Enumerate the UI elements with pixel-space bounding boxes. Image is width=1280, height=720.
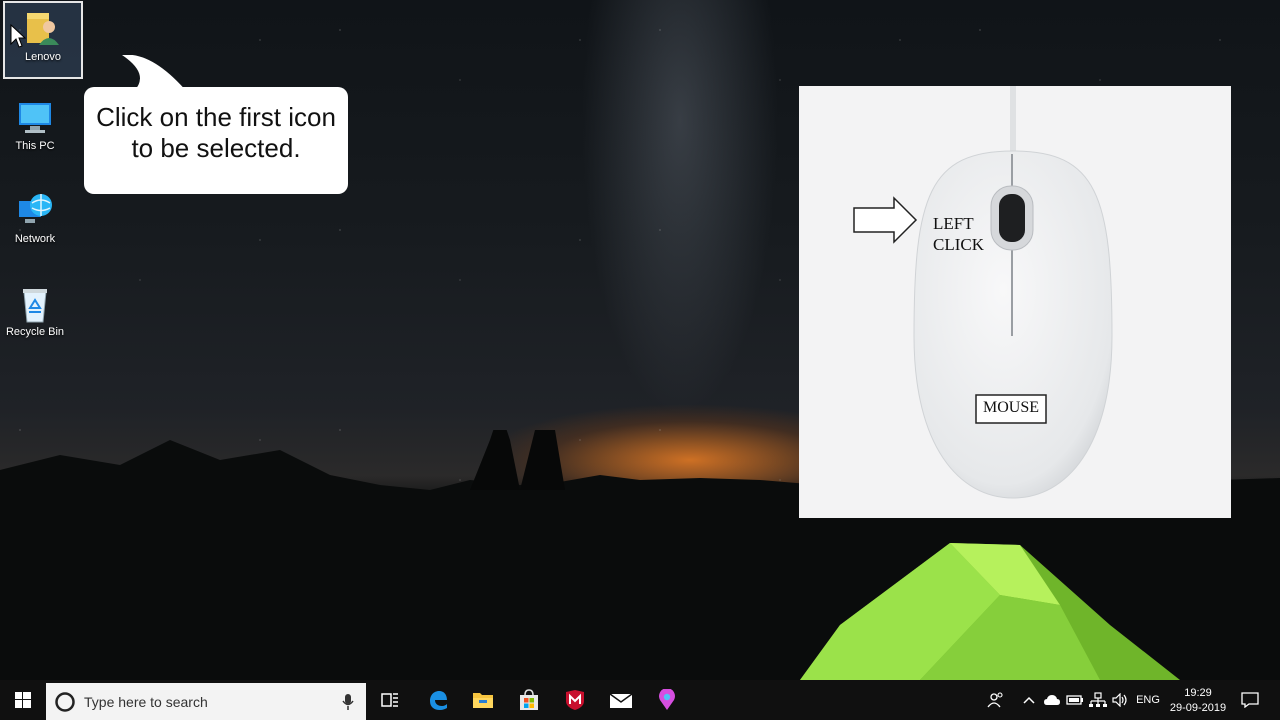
mail-icon: [609, 693, 633, 708]
maps-pin-icon: [659, 689, 675, 710]
maps-button[interactable]: [649, 680, 685, 720]
desktop-icon-label: Recycle Bin: [5, 326, 65, 338]
onedrive-button[interactable]: [1041, 680, 1063, 720]
cloud-sync-icon: [1044, 695, 1060, 705]
mcafee-icon: [566, 690, 584, 710]
file-explorer-button[interactable]: [465, 680, 501, 720]
mail-button[interactable]: [603, 680, 639, 720]
callout-text: Click on the first icon to be selected.: [96, 102, 336, 163]
input-language[interactable]: ENG: [1134, 680, 1162, 720]
instruction-callout: Click on the first icon to be selected.: [84, 87, 348, 194]
system-clock[interactable]: 19:29 29-09-2019: [1164, 680, 1232, 720]
volume-button[interactable]: [1110, 680, 1132, 720]
desktop-icon-recycle-bin[interactable]: Recycle Bin: [4, 278, 66, 338]
microphone-icon[interactable]: [342, 693, 354, 711]
desktop-icon-label: This PC: [15, 140, 55, 152]
mouse-diagram: LEFT CLICK MOUSE: [799, 86, 1231, 518]
desktop-icon-label: Lenovo: [24, 51, 62, 63]
speaker-icon: [1112, 693, 1127, 707]
people-icon: [987, 692, 1003, 708]
action-center-button[interactable]: [1236, 680, 1264, 720]
edge-icon: [430, 691, 447, 710]
desktop-icon-this-pc[interactable]: This PC: [4, 92, 66, 152]
start-button[interactable]: [0, 680, 46, 720]
search-placeholder: Type here to search: [84, 693, 208, 710]
desktop-background: Lenovo This PC Network Recycle Bin Click…: [0, 0, 1280, 680]
file-explorer-icon: [473, 693, 493, 708]
show-hidden-icons-button[interactable]: [1019, 680, 1039, 720]
network-icon: [15, 191, 55, 231]
mouse-illustration: [853, 86, 1113, 499]
left-click-line1: LEFT: [933, 214, 974, 233]
cortana-icon: [55, 691, 75, 712]
user-folder-icon: [23, 9, 63, 49]
task-view-button[interactable]: [372, 680, 408, 720]
desktop-icon-network[interactable]: Network: [4, 185, 66, 245]
mouse-pointer-icon: [10, 24, 26, 48]
clock-time: 19:29: [1184, 686, 1212, 699]
computer-icon: [15, 98, 55, 138]
chevron-up-icon: [1023, 696, 1035, 704]
mouse-label: MOUSE: [982, 399, 1039, 416]
windows-logo-icon: [15, 692, 31, 708]
task-view-icon: [381, 693, 398, 707]
recycle-bin-icon: [15, 284, 55, 324]
battery-button[interactable]: [1064, 680, 1086, 720]
desktop-icon-label: Network: [14, 233, 56, 245]
mcafee-button[interactable]: [557, 680, 593, 720]
network-tray-button[interactable]: [1087, 680, 1109, 720]
battery-icon: [1066, 695, 1083, 705]
left-click-label: LEFT CLICK: [933, 213, 984, 255]
edge-button[interactable]: [420, 680, 456, 720]
glowing-tent: [800, 543, 1180, 680]
left-click-line2: CLICK: [933, 235, 984, 254]
clock-date: 29-09-2019: [1169, 701, 1227, 714]
notification-icon: [1241, 692, 1259, 708]
ethernet-icon: [1089, 692, 1107, 707]
store-button[interactable]: [511, 680, 547, 720]
people-button[interactable]: [983, 680, 1009, 720]
taskbar-search-box[interactable]: Type here to search: [46, 683, 366, 720]
store-icon: [520, 689, 538, 710]
